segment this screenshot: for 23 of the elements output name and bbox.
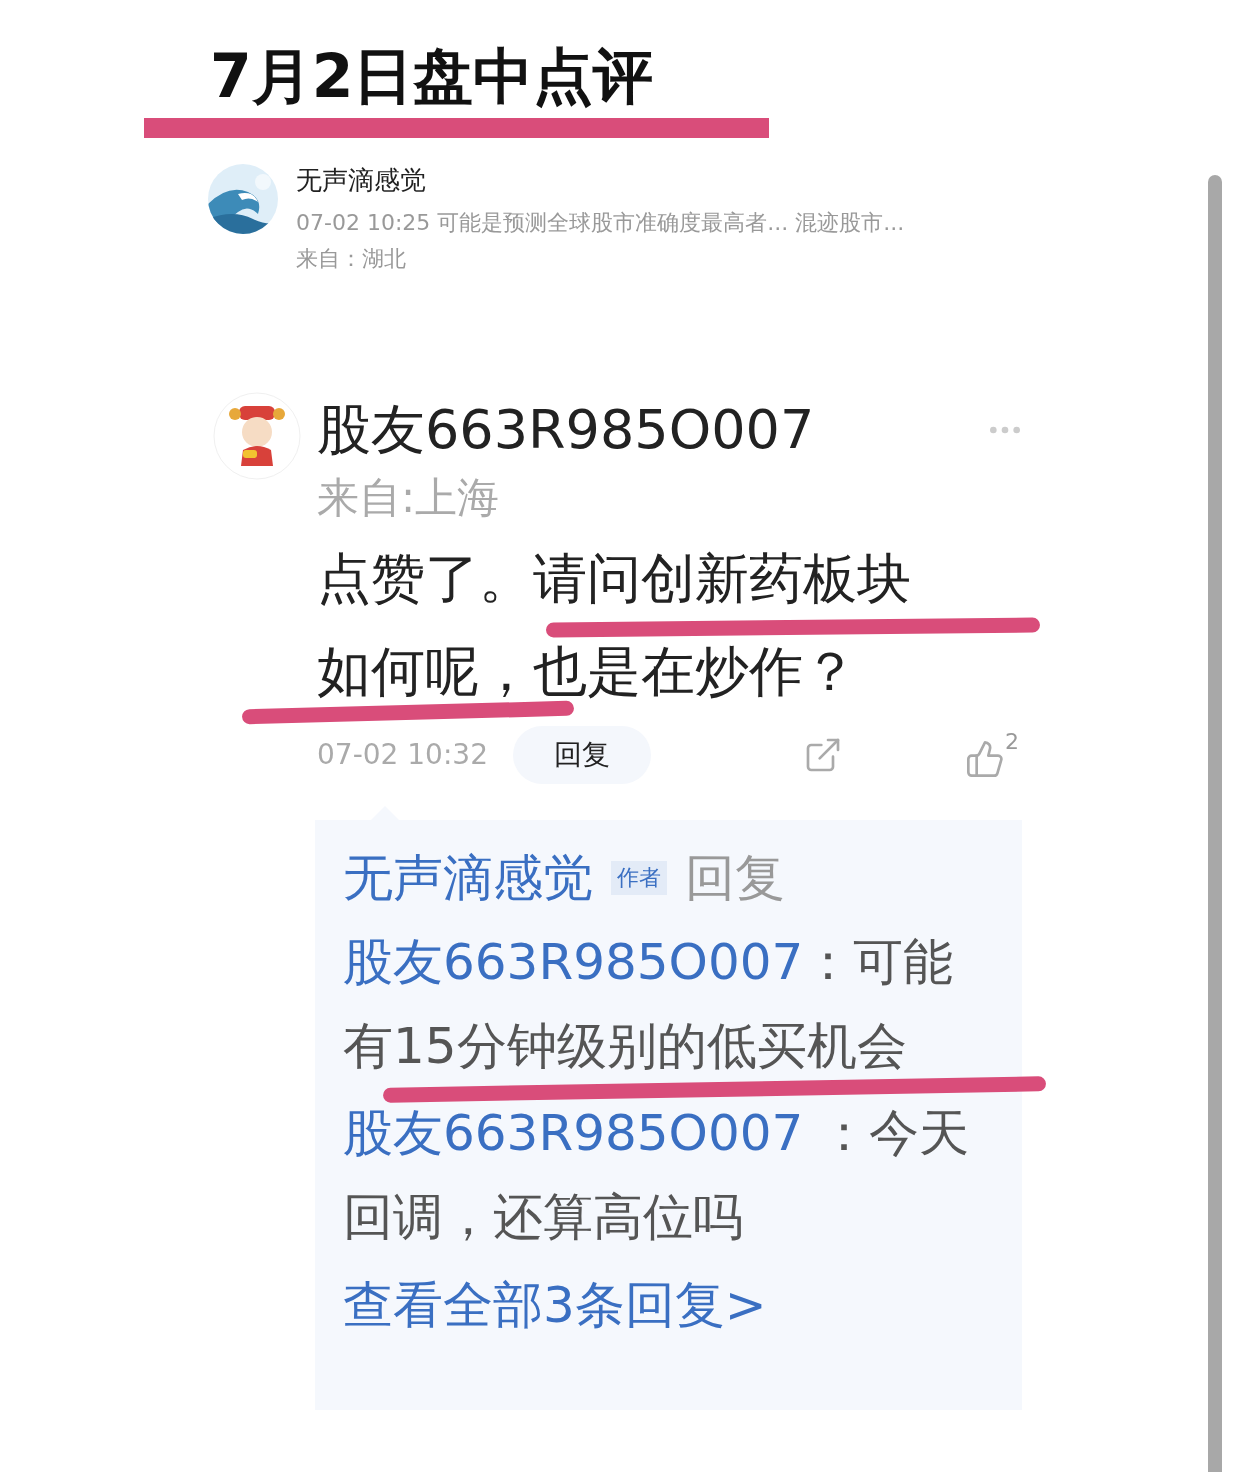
reply-text: 回调，还算高位吗	[343, 1187, 743, 1247]
like-count: 2	[1005, 731, 1019, 753]
author-name[interactable]: 无声滴感觉	[296, 164, 905, 196]
view-all-replies-link[interactable]: 查看全部3条回复>	[343, 1275, 767, 1335]
reply-text: ：今天	[818, 1103, 970, 1163]
reply-target-link[interactable]: 股友663R985O007	[343, 932, 804, 992]
like-icon[interactable]	[965, 739, 1005, 779]
reply-author-link[interactable]: 股友663R985O007	[343, 1103, 804, 1163]
reply-author-link[interactable]: 无声滴感觉	[343, 848, 593, 908]
reply-text: 有15分钟级别的低买机会	[343, 1016, 907, 1076]
page-title: 7月2日盘中点评	[210, 40, 654, 113]
avatar-icon	[213, 392, 301, 480]
reply-text: ：可能	[803, 932, 954, 992]
author-badge: 作者	[611, 861, 667, 895]
post-meta: 07-02 10:25 可能是预测全球股市准确度最高者... 混迹股市...	[296, 209, 905, 237]
comment-text: 如何呢，也是在炒作？	[317, 639, 857, 705]
comment-text: 点赞了。请问创新药板块	[317, 546, 911, 612]
reply-verb: 回复	[685, 848, 785, 908]
commenter-name[interactable]: 股友663R985O007	[317, 392, 815, 468]
reply-button[interactable]: 回复	[513, 726, 651, 784]
post-location: 来自：湖北	[296, 245, 407, 273]
comment-location: 来自:上海	[317, 472, 501, 524]
comment-time: 07-02 10:32	[317, 737, 489, 773]
